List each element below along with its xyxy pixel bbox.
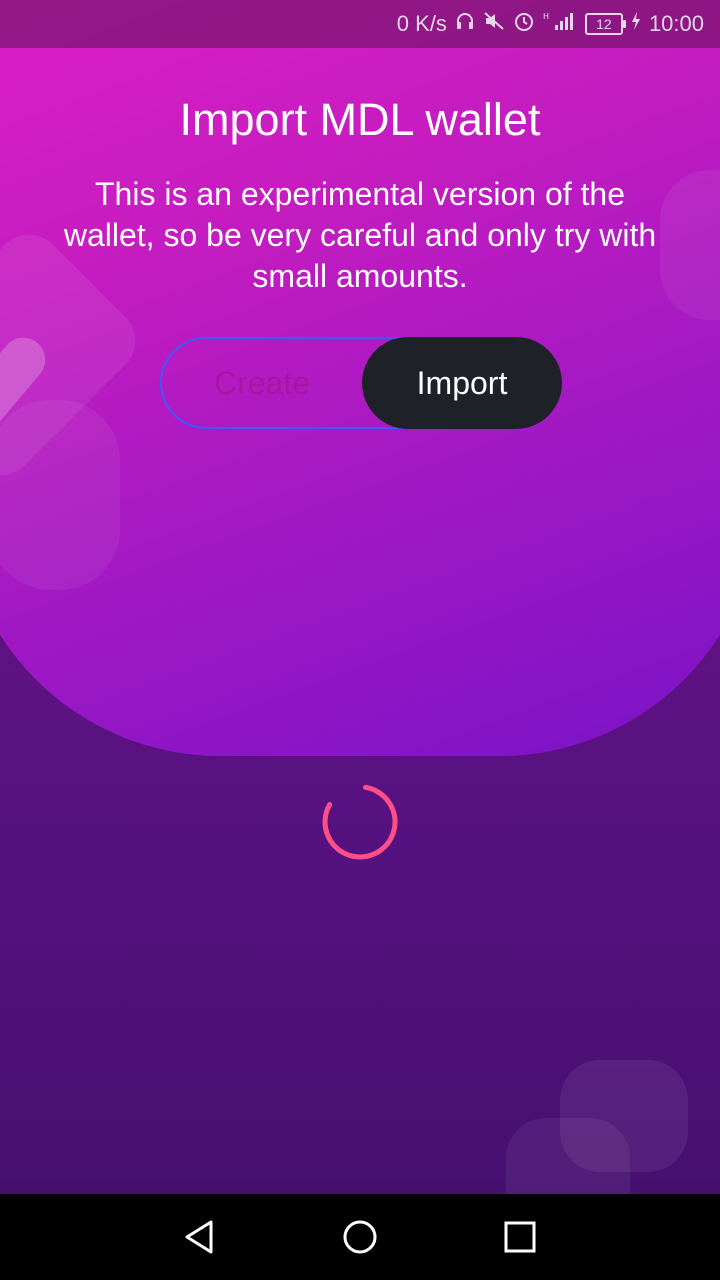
back-icon[interactable] bbox=[175, 1212, 225, 1262]
app-screen: 0 K/s H 12 10:00 Import MDL wallet This … bbox=[0, 0, 720, 1194]
decorative-shape bbox=[0, 400, 120, 590]
loading-spinner bbox=[322, 784, 398, 860]
decorative-shape bbox=[506, 1118, 630, 1194]
clock: 10:00 bbox=[648, 11, 704, 36]
home-icon[interactable] bbox=[335, 1212, 385, 1262]
svg-text:H: H bbox=[543, 12, 549, 21]
recents-icon[interactable] bbox=[495, 1212, 545, 1262]
charging-icon bbox=[631, 11, 641, 37]
page-description: This is an experimental version of the w… bbox=[63, 176, 657, 294]
headphones-icon bbox=[455, 11, 475, 37]
alarm-icon bbox=[513, 10, 535, 38]
decorative-shape bbox=[660, 170, 720, 320]
import-tab[interactable]: Import bbox=[362, 337, 562, 429]
battery-level: 12 bbox=[596, 16, 612, 32]
create-import-toggle: Create Import bbox=[160, 337, 562, 429]
status-bar: 0 K/s H 12 10:00 bbox=[0, 0, 720, 48]
create-tab[interactable]: Create bbox=[162, 339, 362, 427]
network-speed: 0 K/s bbox=[396, 11, 447, 36]
navigation-bar bbox=[0, 1194, 720, 1280]
battery-icon: 12 bbox=[584, 13, 626, 35]
signal-icon: H bbox=[543, 10, 577, 38]
mute-icon bbox=[483, 11, 505, 37]
page-title: Import MDL wallet bbox=[179, 94, 541, 145]
